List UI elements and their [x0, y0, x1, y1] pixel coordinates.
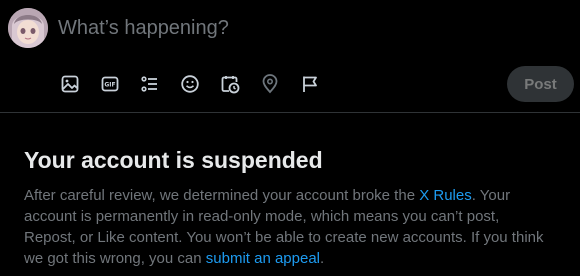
- image-button[interactable]: [50, 66, 90, 102]
- emoji-button[interactable]: [170, 66, 210, 102]
- poll-icon: [141, 76, 157, 92]
- divider: [0, 112, 580, 113]
- notice-body-text: After careful review, we determined your…: [24, 187, 420, 204]
- flag-button[interactable]: [290, 66, 330, 102]
- tweet-composer: What’s happening? GIF Post: [0, 0, 580, 112]
- compose-toolbar: GIF: [50, 66, 330, 102]
- location-icon: [262, 74, 278, 94]
- notice-body: After careful review, we determined your…: [24, 185, 544, 269]
- emoji-icon: [181, 75, 199, 93]
- gif-button[interactable]: GIF: [90, 66, 130, 102]
- notice-title: Your account is suspended: [24, 147, 323, 173]
- image-icon: [61, 75, 79, 93]
- gif-icon: GIF: [101, 76, 119, 92]
- schedule-icon: [221, 76, 240, 94]
- gif-label: GIF: [104, 82, 115, 89]
- post-button[interactable]: Post: [507, 66, 574, 102]
- avatar[interactable]: [8, 8, 48, 48]
- compose-input[interactable]: What’s happening?: [58, 16, 229, 40]
- x-rules-link[interactable]: X Rules: [419, 187, 472, 204]
- schedule-button[interactable]: [210, 66, 250, 102]
- location-button[interactable]: [250, 66, 290, 102]
- submit-appeal-link[interactable]: submit an appeal: [206, 250, 320, 267]
- avatar-image: [8, 8, 48, 48]
- suspension-notice: Your account is suspended After careful …: [24, 145, 544, 269]
- poll-button[interactable]: [130, 66, 170, 102]
- notice-body-text: .: [320, 250, 325, 267]
- flag-icon: [303, 76, 317, 92]
